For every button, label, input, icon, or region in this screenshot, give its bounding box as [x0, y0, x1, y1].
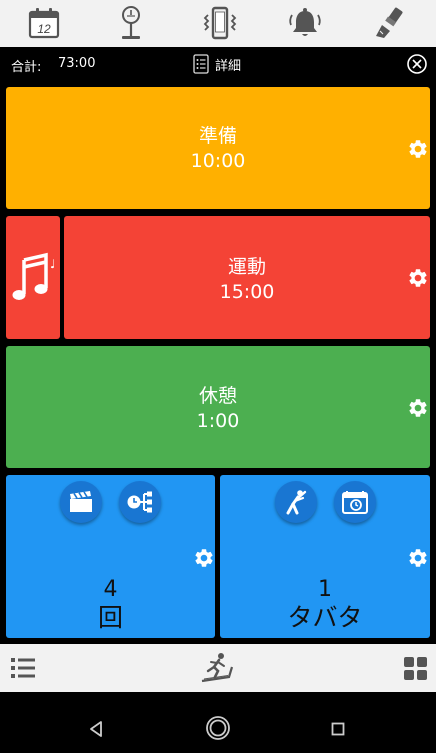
- prep-card[interactable]: 準備 10:00: [6, 87, 430, 209]
- calendar-icon[interactable]: 12: [24, 4, 64, 42]
- bottom-bar: [0, 644, 436, 692]
- grid-icon[interactable]: [403, 656, 428, 681]
- gear-icon[interactable]: [407, 138, 429, 160]
- stretch-button[interactable]: [275, 481, 317, 523]
- exercise-name: 運動: [227, 256, 266, 278]
- phone-vibrate-icon[interactable]: [200, 4, 240, 42]
- stretching-person-icon: [286, 490, 307, 515]
- brush-icon[interactable]: [370, 4, 410, 42]
- home-icon[interactable]: [205, 715, 231, 741]
- summary-bar: 合計: 73:00 詳細: [0, 47, 436, 81]
- calendar-clock-icon: [342, 491, 368, 514]
- gear-icon[interactable]: [193, 547, 215, 569]
- rounds-card[interactable]: 4 回: [6, 475, 215, 638]
- detail-label: 詳細: [215, 58, 242, 74]
- svg-text:♪: ♪: [50, 257, 54, 271]
- gear-icon[interactable]: [407, 267, 429, 289]
- rest-name: 休憩: [198, 385, 237, 407]
- alarm-bell-icon[interactable]: [285, 4, 325, 42]
- rounds-unit: 回: [97, 603, 123, 632]
- rest-card[interactable]: 休憩 1:00: [6, 346, 430, 468]
- total-value: 73:00: [58, 56, 96, 71]
- recents-icon[interactable]: [331, 722, 345, 736]
- clock-branch-icon: [127, 491, 152, 513]
- weight-scale-icon[interactable]: [111, 4, 151, 42]
- interval-tree-button[interactable]: [119, 481, 161, 523]
- calendar-day: 12: [37, 22, 51, 36]
- rounds-count: 4: [103, 577, 118, 602]
- list-icon[interactable]: [10, 656, 36, 680]
- treadmill-runner-icon[interactable]: [199, 652, 237, 684]
- document-list-icon: [193, 54, 209, 74]
- top-toolbar: 12: [0, 0, 436, 47]
- music-button[interactable]: ♪: [6, 216, 60, 339]
- tabata-card[interactable]: 1 タバタ: [220, 475, 430, 638]
- gear-icon[interactable]: [407, 547, 429, 569]
- gear-icon[interactable]: [407, 397, 429, 419]
- prep-time: 10:00: [190, 150, 246, 172]
- total-label: 合計:: [11, 60, 42, 75]
- prep-name: 準備: [198, 125, 237, 147]
- back-icon[interactable]: [88, 720, 104, 738]
- tabata-unit: タバタ: [287, 603, 363, 632]
- detail-button[interactable]: 詳細: [193, 53, 241, 75]
- music-notes-icon: ♪: [12, 252, 54, 300]
- system-nav-bar: [0, 692, 436, 753]
- exercise-card[interactable]: 運動 15:00: [64, 216, 430, 339]
- rest-time: 1:00: [196, 410, 240, 432]
- clapperboard-icon: [70, 491, 92, 512]
- schedule-button[interactable]: [334, 481, 376, 523]
- close-icon[interactable]: [406, 53, 428, 75]
- tabata-count: 1: [318, 577, 332, 602]
- exercise-time: 15:00: [219, 281, 275, 303]
- clapperboard-button[interactable]: [60, 481, 102, 523]
